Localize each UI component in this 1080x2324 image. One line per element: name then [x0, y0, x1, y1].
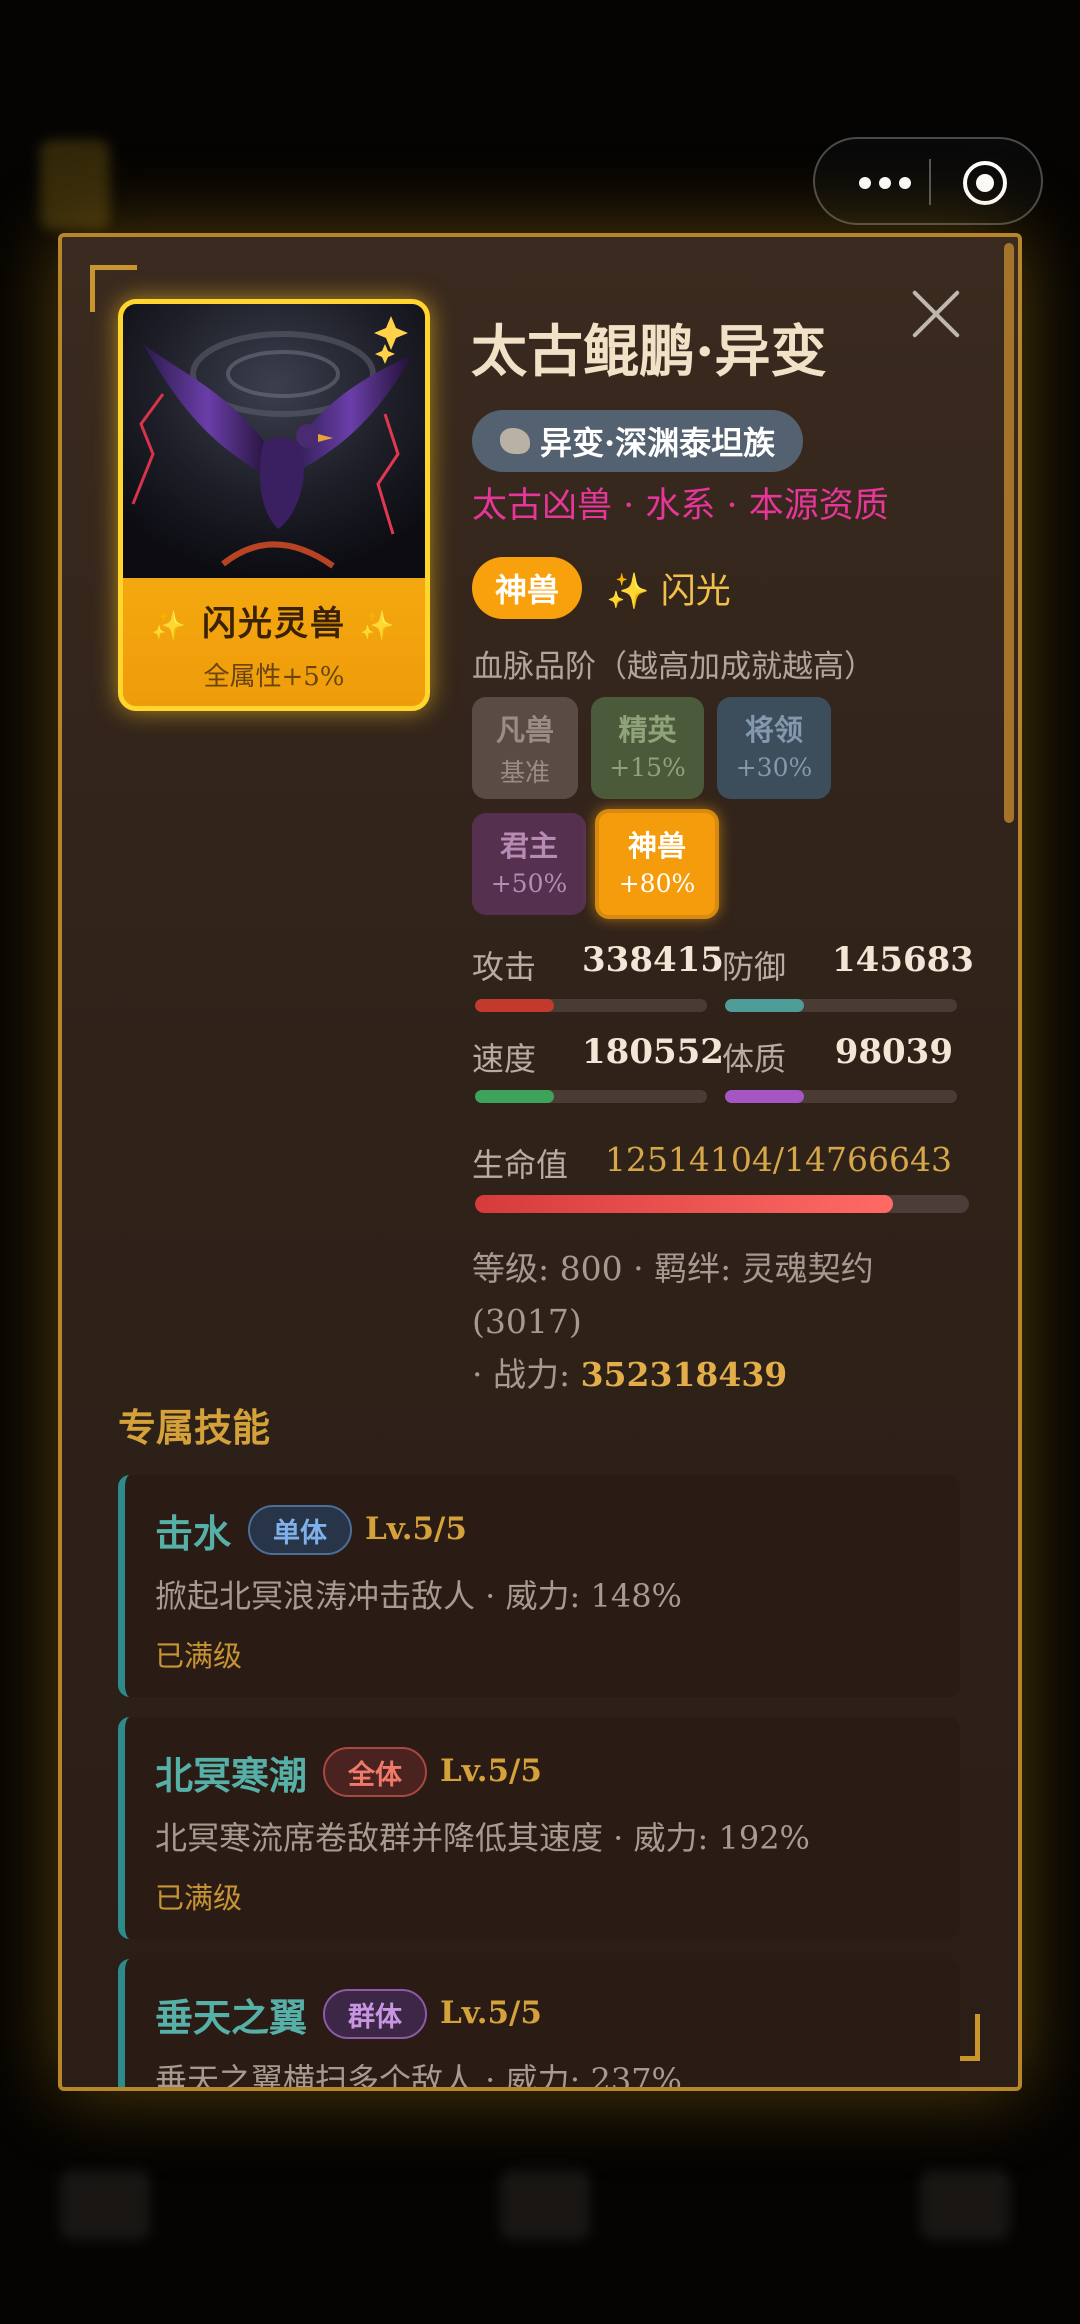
flash-label: ✨ 闪光	[606, 572, 731, 612]
stat-defense-bar	[725, 999, 957, 1012]
skill-card[interactable]: 垂天之翼 群体 Lv.5/5 垂天之翼横扫多个敌人 · 威力: 237%	[118, 1959, 960, 2091]
tier-bonus: 基准	[499, 758, 550, 787]
hp-value: 12514104/14766643	[604, 1140, 952, 1179]
pet-detail-modal: ✨ 闪光灵兽 ✨ 全属性+5% 太古鲲鹏·异变 异变·深渊泰坦族 太古凶兽 · …	[58, 233, 1022, 2091]
card-subtitle: 全属性+5%	[203, 662, 345, 692]
skill-name: 击水	[155, 1511, 232, 1556]
tier-bonus: +50%	[490, 869, 568, 898]
more-dots-icon[interactable]	[845, 161, 925, 201]
tier-elite[interactable]: 精英 +15%	[591, 697, 704, 799]
stat-defense-label: 防御	[722, 948, 787, 986]
tier-lord[interactable]: 君主 +50%	[472, 813, 586, 915]
tribe-badge: 异变·深渊泰坦族	[472, 410, 804, 472]
tier-name: 精英	[618, 713, 677, 747]
skill-name: 垂天之翼	[155, 1995, 308, 2040]
power-line: · 战力: 352318439	[472, 1348, 972, 1401]
tier-name: 神兽	[627, 829, 686, 863]
skill-type-badge: 全体	[323, 1747, 427, 1797]
stat-speed-value: 180552	[582, 1032, 724, 1072]
pet-portrait-image	[123, 304, 425, 578]
tier-name: 君主	[499, 829, 558, 863]
pet-name: 太古鲲鹏·异变	[471, 319, 827, 385]
skill-type-badge: 单体	[248, 1505, 352, 1555]
miniprogram-capsule	[813, 137, 1043, 225]
tier-bonus: +30%	[735, 753, 813, 782]
skill-description: 掀起北冥浪涛冲击敌人 · 威力: 148%	[155, 1577, 682, 1615]
tier-general[interactable]: 将领 +30%	[717, 697, 831, 799]
skills-section-title: 专属技能	[118, 1405, 271, 1450]
skill-level: Lv.5/5	[365, 1511, 467, 1547]
skill-description: 垂天之翼横扫多个敌人 · 威力: 237%	[155, 2061, 682, 2091]
tribe-label: 异变·深渊泰坦族	[540, 424, 776, 462]
stat-defense-value: 145683	[832, 940, 974, 980]
pet-meta: 等级: 800 · 羁绊: 灵魂契约(3017) · 战力: 352318439	[472, 1242, 972, 1401]
stat-speed-label: 速度	[472, 1040, 537, 1078]
power-label: · 战力:	[472, 1355, 581, 1394]
capsule-divider	[929, 159, 931, 205]
skill-type-badge: 群体	[323, 1989, 427, 2039]
tier-bonus: +80%	[618, 869, 696, 898]
tier-divine-selected[interactable]: 神兽 +80%	[595, 809, 719, 919]
skill-status: 已满级	[155, 1639, 243, 1673]
pet-card: ✨ 闪光灵兽 ✨ 全属性+5%	[118, 299, 430, 711]
bloodline-label: 血脉品阶（越高加成就越高）	[472, 649, 875, 685]
skill-description: 北冥寒流席卷敌群并降低其速度 · 威力: 192%	[155, 1819, 810, 1857]
background-avatar	[40, 140, 110, 230]
skill-card[interactable]: 北冥寒潮 全体 Lv.5/5 北冥寒流席卷敌群并降低其速度 · 威力: 192%…	[118, 1717, 960, 1939]
level-bond-text: 等级: 800 · 羁绊: 灵魂契约(3017)	[472, 1249, 874, 1341]
sparkle-icon: ✨	[151, 609, 189, 642]
stat-constitution-label: 体质	[722, 1040, 787, 1078]
stat-speed-bar	[475, 1090, 707, 1103]
hp-label: 生命值	[472, 1146, 569, 1184]
scrollbar[interactable]	[1004, 243, 1014, 823]
stat-attack-value: 338415	[582, 940, 724, 980]
skill-status: 已满级	[155, 1881, 243, 1915]
background-tab-icon	[60, 2170, 150, 2240]
background-tab-icon	[500, 2170, 590, 2240]
card-title: ✨ 闪光灵兽 ✨	[123, 596, 425, 645]
tier-name: 将领	[744, 713, 803, 747]
record-circle-icon[interactable]	[963, 161, 1007, 205]
power-value: 352318439	[580, 1355, 788, 1394]
rank-badge: 神兽	[472, 557, 582, 619]
hp-bar	[475, 1195, 969, 1213]
pet-tags: 太古凶兽 · 水系 · 本源资质	[472, 486, 889, 526]
skill-card[interactable]: 击水 单体 Lv.5/5 掀起北冥浪涛冲击敌人 · 威力: 148% 已满级	[118, 1475, 960, 1697]
close-icon[interactable]	[910, 288, 962, 340]
stat-constitution-value: 98039	[834, 1032, 953, 1072]
stat-constitution-bar	[725, 1090, 957, 1103]
tier-bonus: +15%	[609, 753, 686, 782]
skill-level: Lv.5/5	[440, 1753, 542, 1789]
tier-name: 凡兽	[495, 713, 554, 747]
stat-attack-label: 攻击	[472, 948, 537, 986]
skill-level: Lv.5/5	[440, 1995, 542, 2031]
background-tab-icon	[920, 2170, 1010, 2240]
skill-name: 北冥寒潮	[155, 1753, 308, 1798]
rock-icon	[500, 428, 530, 454]
stat-attack-bar	[475, 999, 707, 1012]
sparkle-icon: ✨	[359, 609, 397, 642]
tier-common[interactable]: 凡兽 基准	[472, 697, 578, 799]
card-title-text: 闪光灵兽	[202, 604, 346, 644]
